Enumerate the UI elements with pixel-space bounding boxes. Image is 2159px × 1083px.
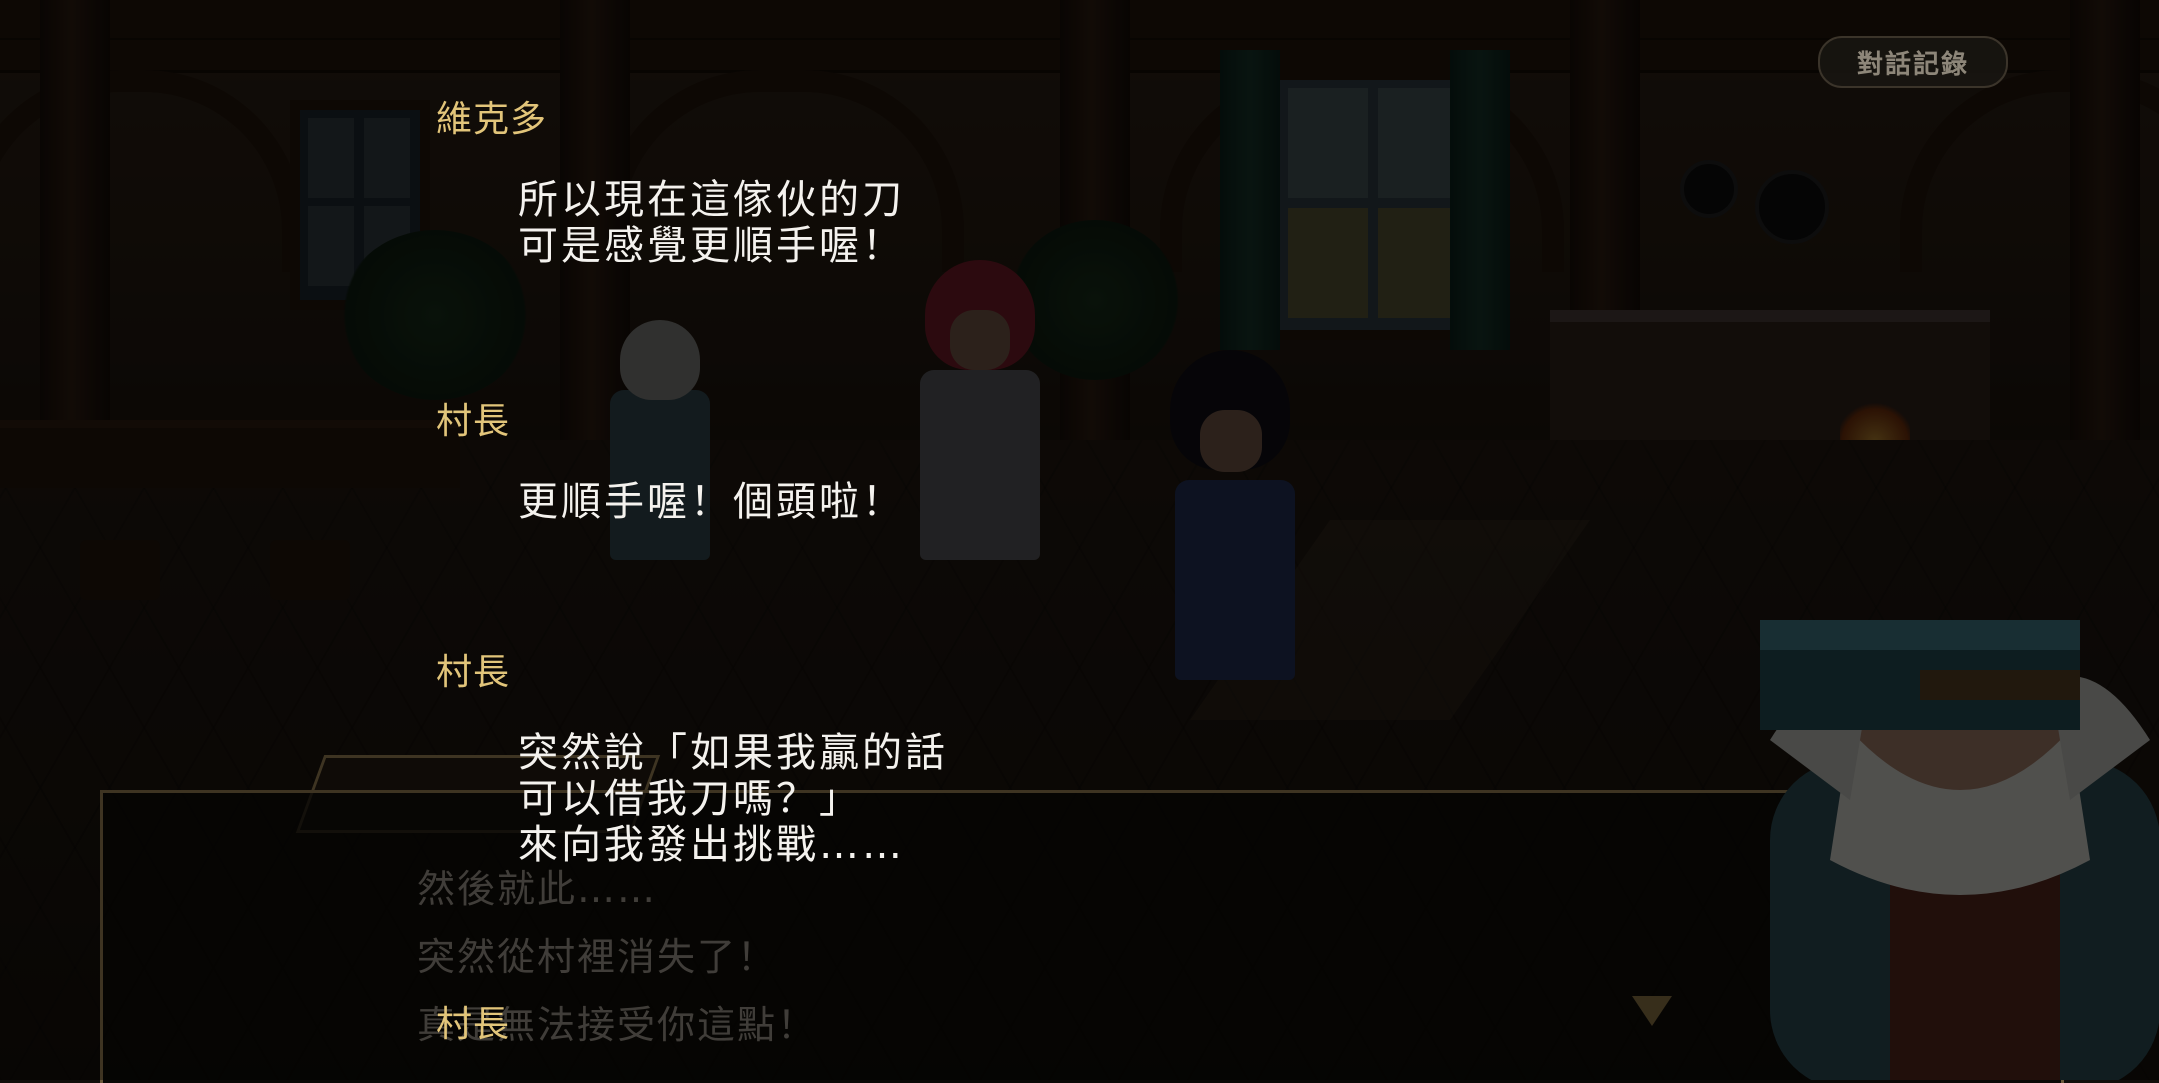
dialogue-log[interactable]: 維克多 所以現在這傢伙的刀 可是感覺更順手喔！ 村長 更順手喔！個頭啦！ 村長 …: [0, 0, 2159, 1080]
log-line: 來向我發出挑戰……: [518, 822, 905, 868]
log-line: 突然說「如果我贏的話: [518, 730, 948, 776]
log-speaker: 村長: [436, 652, 511, 693]
log-line: 更順手喔！個頭啦！: [518, 479, 905, 525]
log-line: 可是感覺更順手喔！: [518, 223, 905, 269]
log-speaker: 維克多: [436, 99, 548, 140]
log-speaker: 村長: [436, 401, 511, 442]
log-speaker: 村長: [436, 1004, 511, 1045]
log-line: 所以現在這傢伙的刀: [518, 177, 905, 223]
log-line: 可以借我刀嗎？」: [518, 776, 862, 822]
